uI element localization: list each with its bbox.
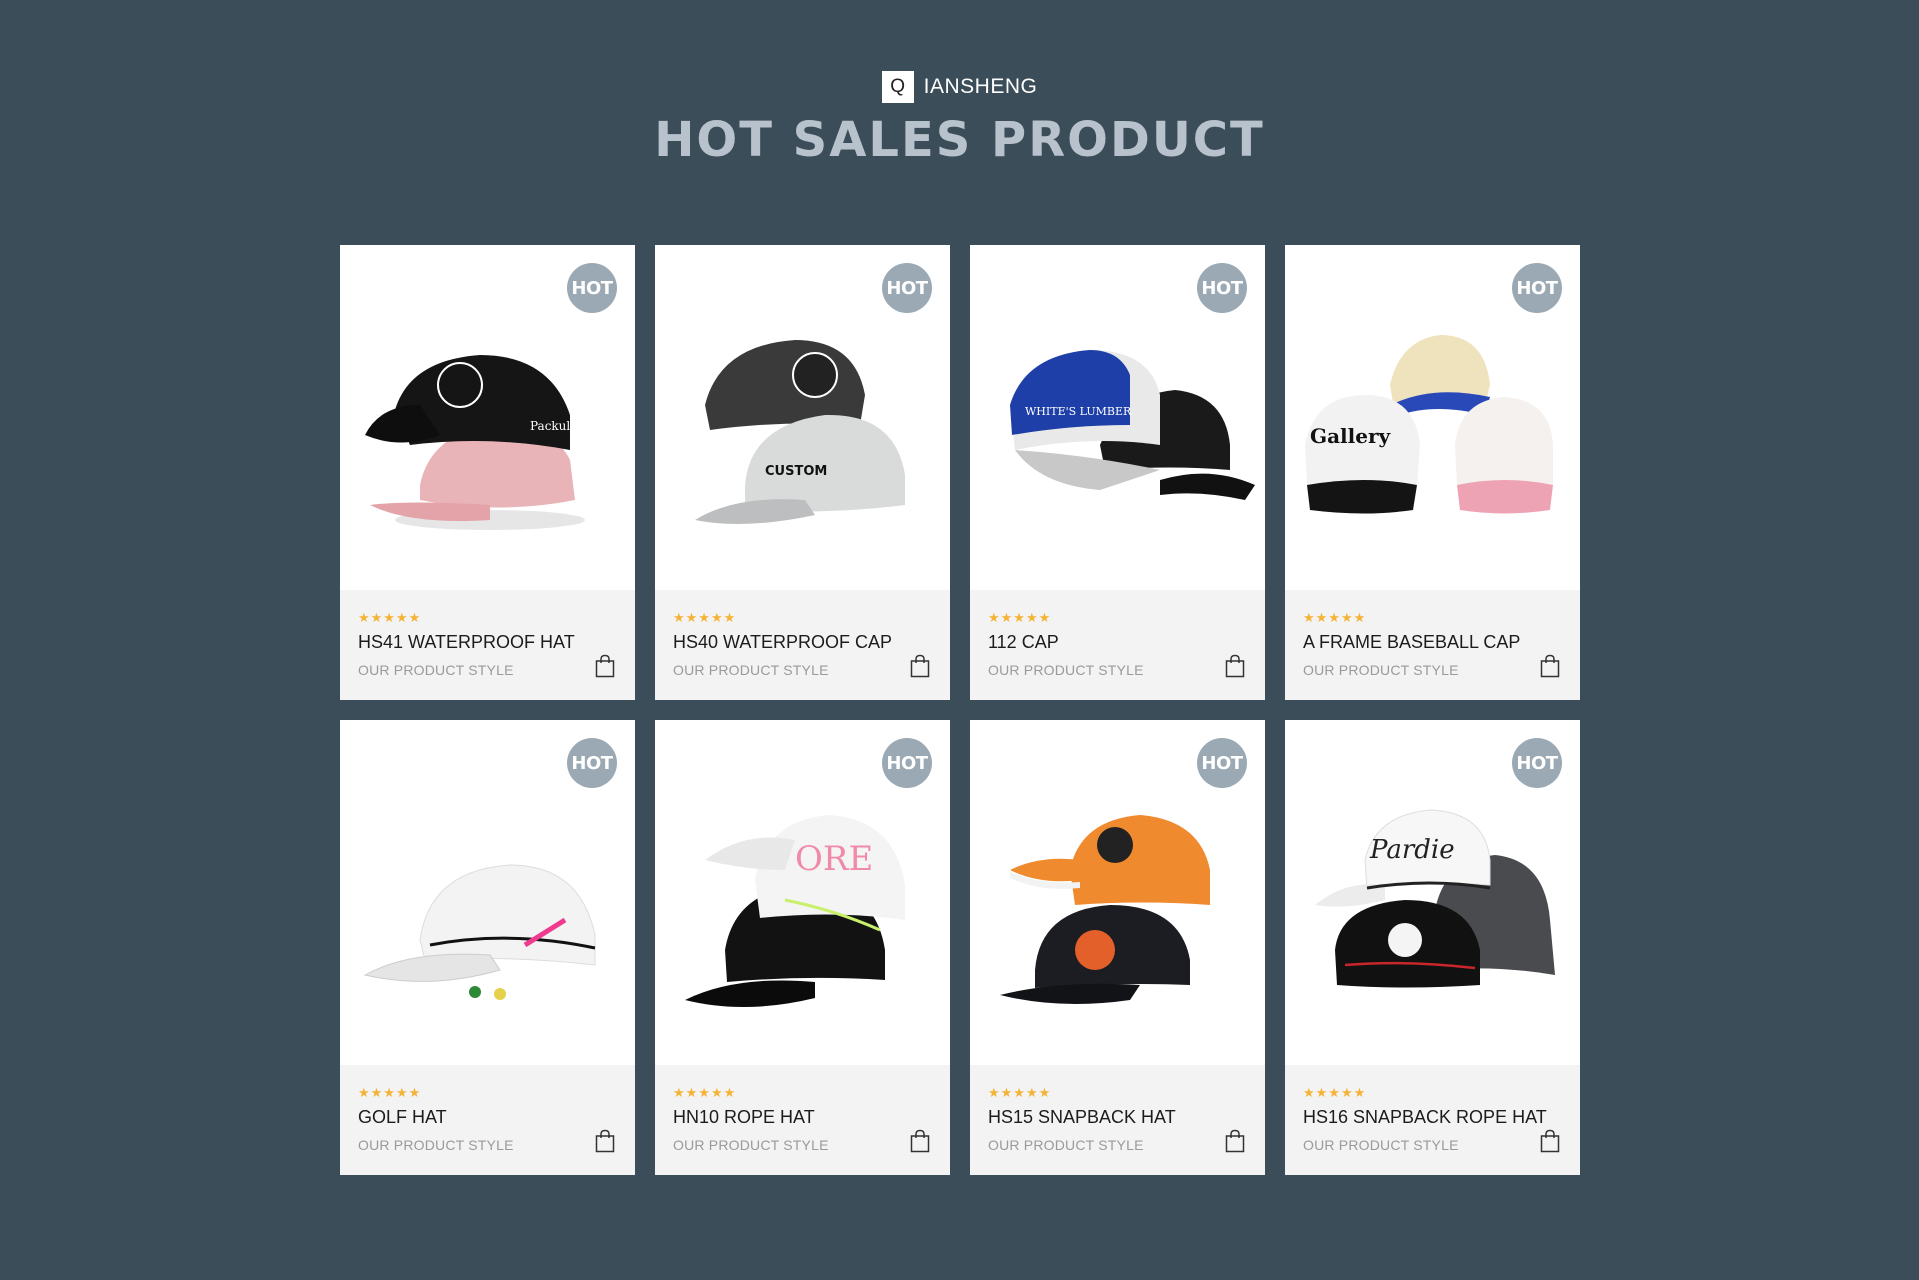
hot-badge: HOT	[567, 263, 617, 313]
product-subtitle: OUR PRODUCT STYLE	[673, 1137, 829, 1153]
rating-stars: ★★★★★	[673, 1085, 737, 1100]
product-image[interactable]: WHITE'S LUMBER	[980, 285, 1255, 575]
hot-badge: HOT	[1197, 263, 1247, 313]
product-image[interactable]: Gallery	[1295, 285, 1570, 575]
product-name[interactable]: HN10 ROPE HAT	[673, 1107, 815, 1128]
rating-stars: ★★★★★	[1303, 610, 1367, 625]
rating-stars: ★★★★★	[358, 610, 422, 625]
rating-stars: ★★★★★	[988, 610, 1052, 625]
hot-badge: HOT	[1512, 263, 1562, 313]
product-image[interactable]	[980, 760, 1255, 1050]
shopping-bag-icon[interactable]	[595, 654, 615, 678]
product-subtitle: OUR PRODUCT STYLE	[673, 662, 829, 678]
product-name[interactable]: HS15 SNAPBACK HAT	[988, 1107, 1176, 1128]
product-card[interactable]: Pardie HOT ★★★★★ HS16 SNAPBACK ROPE HAT …	[1285, 720, 1580, 1175]
product-image[interactable]	[350, 760, 625, 1050]
shopping-bag-icon[interactable]	[1225, 1129, 1245, 1153]
product-image[interactable]: Packul	[350, 285, 625, 575]
hot-badge: HOT	[882, 738, 932, 788]
product-name[interactable]: HS16 SNAPBACK ROPE HAT	[1303, 1107, 1547, 1128]
product-info: ★★★★★ HS16 SNAPBACK ROPE HAT OUR PRODUCT…	[1285, 1065, 1580, 1175]
product-card[interactable]: HOT ★★★★★ GOLF HAT OUR PRODUCT STYLE	[340, 720, 635, 1175]
image-label: CUSTOM	[765, 464, 827, 479]
hot-badge: HOT	[567, 738, 617, 788]
shopping-bag-icon[interactable]	[1540, 654, 1560, 678]
shopping-bag-icon[interactable]	[910, 654, 930, 678]
product-grid: Packul HOT ★★★★★ HS41 WATERPROOF HAT OUR…	[340, 245, 1580, 1175]
product-subtitle: OUR PRODUCT STYLE	[988, 662, 1144, 678]
brand-name: IANSHENG	[923, 75, 1038, 98]
hot-badge: HOT	[1512, 738, 1562, 788]
product-card[interactable]: Gallery HOT ★★★★★ A FRAME BASEBALL CAP O…	[1285, 245, 1580, 700]
image-label: Pardie	[1369, 835, 1455, 865]
product-info: ★★★★★ 112 CAP OUR PRODUCT STYLE	[970, 590, 1265, 700]
rating-stars: ★★★★★	[988, 1085, 1052, 1100]
product-info: ★★★★★ HS15 SNAPBACK HAT OUR PRODUCT STYL…	[970, 1065, 1265, 1175]
page-title: HOT SALES PRODUCT	[654, 112, 1265, 168]
product-info: ★★★★★ HS40 WATERPROOF CAP OUR PRODUCT ST…	[655, 590, 950, 700]
product-card[interactable]: Packul HOT ★★★★★ HS41 WATERPROOF HAT OUR…	[340, 245, 635, 700]
product-info: ★★★★★ HN10 ROPE HAT OUR PRODUCT STYLE	[655, 1065, 950, 1175]
brand-logo: Q	[881, 71, 914, 103]
product-name[interactable]: A FRAME BASEBALL CAP	[1303, 632, 1520, 653]
product-subtitle: OUR PRODUCT STYLE	[1303, 1137, 1459, 1153]
hot-badge: HOT	[1197, 738, 1247, 788]
brand: Q IANSHENG	[0, 71, 1919, 103]
image-label: Gallery	[1310, 424, 1391, 448]
shopping-bag-icon[interactable]	[910, 1129, 930, 1153]
rating-stars: ★★★★★	[1303, 1085, 1367, 1100]
product-info: ★★★★★ HS41 WATERPROOF HAT OUR PRODUCT ST…	[340, 590, 635, 700]
image-label: ORE	[795, 839, 873, 879]
shopping-bag-icon[interactable]	[1540, 1129, 1560, 1153]
product-subtitle: OUR PRODUCT STYLE	[358, 1137, 514, 1153]
product-name[interactable]: GOLF HAT	[358, 1107, 447, 1128]
product-card[interactable]: WHITE'S LUMBER HOT ★★★★★ 112 CAP OUR PRO…	[970, 245, 1265, 700]
product-image[interactable]: Pardie	[1295, 760, 1570, 1050]
product-card[interactable]: ORE HOT ★★★★★ HN10 ROPE HAT OUR PRODUCT …	[655, 720, 950, 1175]
product-name[interactable]: HS40 WATERPROOF CAP	[673, 632, 892, 653]
product-image[interactable]: ORE	[665, 760, 940, 1050]
rating-stars: ★★★★★	[358, 1085, 422, 1100]
product-name[interactable]: 112 CAP	[988, 632, 1059, 653]
hot-badge: HOT	[882, 263, 932, 313]
product-card[interactable]: CUSTOM HOT ★★★★★ HS40 WATERPROOF CAP OUR…	[655, 245, 950, 700]
image-label: WHITE'S LUMBER	[1025, 405, 1132, 418]
product-subtitle: OUR PRODUCT STYLE	[1303, 662, 1459, 678]
product-name[interactable]: HS41 WATERPROOF HAT	[358, 632, 575, 653]
product-image[interactable]: CUSTOM	[665, 285, 940, 575]
product-info: ★★★★★ GOLF HAT OUR PRODUCT STYLE	[340, 1065, 635, 1175]
image-label: Packul	[530, 419, 570, 433]
shopping-bag-icon[interactable]	[1225, 654, 1245, 678]
product-subtitle: OUR PRODUCT STYLE	[988, 1137, 1144, 1153]
product-card[interactable]: HOT ★★★★★ HS15 SNAPBACK HAT OUR PRODUCT …	[970, 720, 1265, 1175]
product-info: ★★★★★ A FRAME BASEBALL CAP OUR PRODUCT S…	[1285, 590, 1580, 700]
shopping-bag-icon[interactable]	[595, 1129, 615, 1153]
rating-stars: ★★★★★	[673, 610, 737, 625]
product-subtitle: OUR PRODUCT STYLE	[358, 662, 514, 678]
